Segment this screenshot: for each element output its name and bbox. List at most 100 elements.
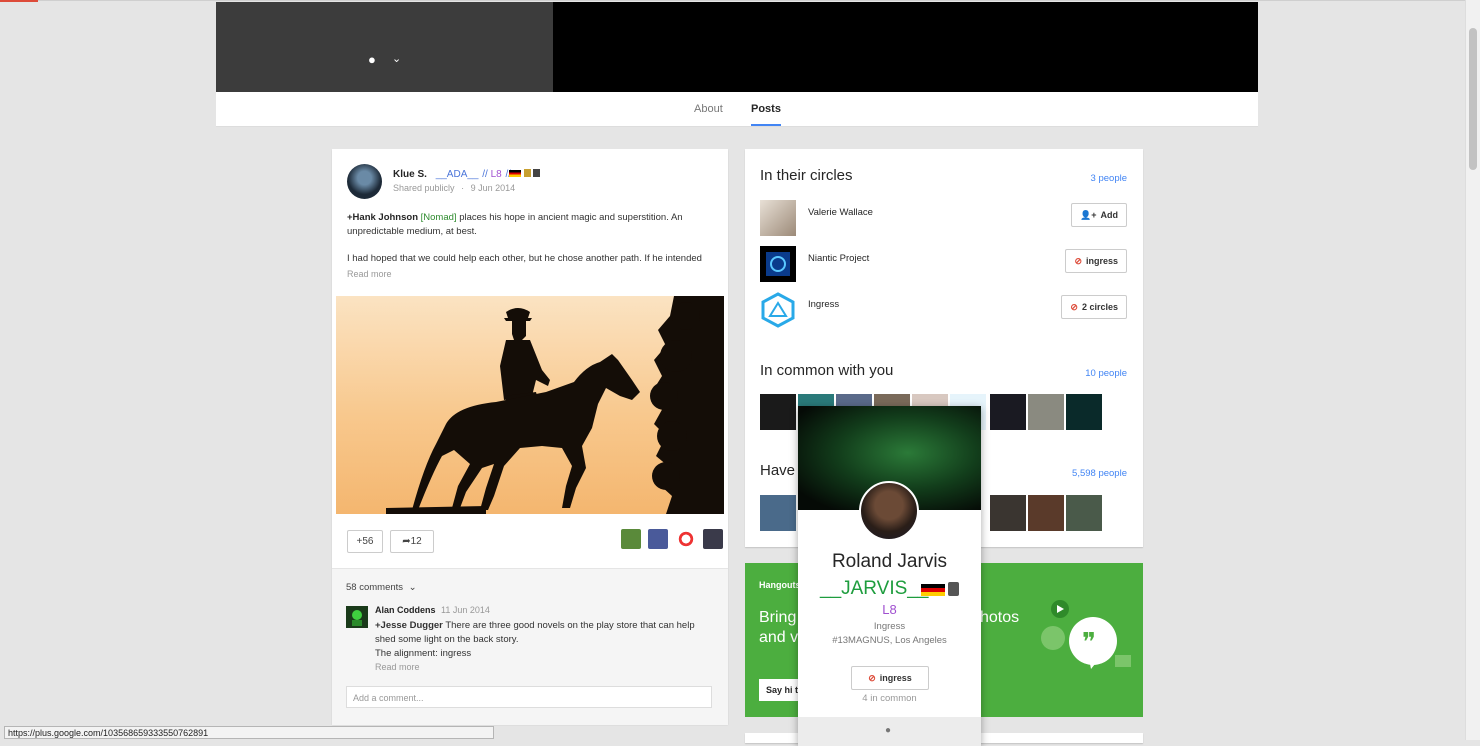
avatar[interactable] [760,495,796,531]
circles-icon: ⊘ [1070,302,1078,312]
lantern-icon [352,610,362,626]
avatar[interactable] [1066,495,1102,531]
circle-member-name[interactable]: Valerie Wallace [808,207,873,218]
have-title: Have [760,462,796,479]
hangouts-illustration-icon: ❞ [1041,600,1131,669]
post-author-line: Klue S. __ADA__ // L8 // [393,169,511,180]
avatar[interactable] [859,481,919,541]
top-border [0,0,1480,1]
meta-dot: · [461,183,465,193]
hovercard-nickname: __JARVIS__ [820,578,929,599]
avatar[interactable] [990,495,1026,531]
avatar[interactable] [990,394,1026,430]
circle-member-name[interactable]: Niantic Project [808,253,869,264]
scrollbar-thumb[interactable] [1469,28,1477,170]
hangouts-label: Hangouts [759,580,801,590]
chevron-down-icon[interactable]: ⌄ [392,52,401,65]
add-person-icon: 👤+ [1080,210,1097,220]
status-bar-url: https://plus.google.com/1035686593335507… [4,726,494,739]
add-button[interactable]: 👤+ Add [1071,203,1127,227]
comment-body-line-2: The alignment: ingress [375,648,472,659]
badge-icon [948,582,959,596]
hovercard-footer: ● [798,717,981,746]
post-image[interactable] [336,296,724,514]
avatar[interactable] [1066,394,1102,430]
post-text: +Hank Johnson [Nomad] places his hope in… [347,211,707,239]
avatar[interactable] [346,606,368,628]
post-text-line-2: I had hoped that we could help each othe… [347,253,702,264]
hovercard-name[interactable]: Roland Jarvis [798,551,981,573]
statue-silhouette [386,296,724,514]
faction-name: Nomad [423,212,454,223]
share-icon: ➦ [402,536,411,547]
avatar[interactable] [760,292,796,328]
comments-toggle[interactable]: 58 comments ⌄ [346,582,417,593]
author-level: L8 [490,169,502,180]
pin-icon[interactable]: ● [368,52,376,67]
circle-button-label: ingress [1085,256,1118,266]
avatar[interactable] [703,529,724,549]
circle-button-label: ingress [879,673,912,683]
avatar[interactable] [760,200,796,236]
plus-one-button[interactable]: +56 [347,530,383,553]
in-common-count[interactable]: 4 in common [798,693,981,704]
add-button-label: Add [1100,210,1119,220]
pin-icon[interactable]: ● [885,725,891,736]
avatar[interactable] [675,529,696,549]
read-more-link[interactable]: Read more [347,269,392,279]
author-separator: // [482,169,488,180]
flag-icons [509,169,541,179]
svg-text:❞: ❞ [1082,628,1096,657]
circles-icon: ⊘ [868,673,876,683]
comment-author[interactable]: Alan Coddens [375,605,436,615]
post-visibility[interactable]: Shared publicly [393,183,455,193]
top-accent-bar [0,0,38,2]
comment-read-more[interactable]: Read more [375,662,420,672]
chevron-down-icon: ⌄ [408,582,417,593]
avatar[interactable] [347,164,382,199]
mention-link[interactable]: +Jesse Dugger [375,620,443,631]
comments-section: 58 comments ⌄ Alan Coddens 11 Jun 2014 +… [332,568,728,725]
avatar[interactable] [760,394,796,430]
post-author[interactable]: Klue S. [393,169,427,180]
circles-count-link[interactable]: 3 people [1091,173,1127,184]
circle-member-name[interactable]: Ingress [808,299,839,310]
flag-icon [921,584,945,596]
comment-input[interactable]: Add a comment... [346,686,712,708]
post-date[interactable]: 9 Jun 2014 [471,183,516,193]
avatar[interactable] [1028,394,1064,430]
hangouts-text-line-1: Bring [759,609,797,626]
author-tag: __ADA__ [435,169,479,180]
avatar[interactable] [648,529,669,549]
in-common-title: In common with you [760,362,894,379]
share-button[interactable]: ➦12 [390,530,434,553]
post-meta: Shared publicly · 9 Jun 2014 [393,183,515,193]
comments-count: 58 comments [346,582,404,593]
faction-tag: [Nomad] [421,212,457,223]
comment-text: +Jesse Dugger There are three good novel… [375,619,710,661]
cover-photo: ● ⌄ [216,2,1258,92]
have-count-link[interactable]: 5,598 people [1072,468,1127,479]
circle-button-label: 2 circles [1081,302,1118,312]
niantic-logo-icon [766,252,790,276]
faction-bracket-close: ] [453,212,457,223]
tab-about[interactable]: About [694,103,723,115]
hangouts-text-line-2: and vi [759,629,802,646]
profile-hovercard: Roland Jarvis __JARVIS__ L8 Ingress #13M… [798,406,981,746]
post-card: Klue S. __ADA__ // L8 // Shared publicly… [332,149,728,725]
avatar[interactable] [621,529,641,549]
avatar[interactable] [1028,495,1064,531]
sharer-avatars [618,529,724,554]
scrollbar[interactable] [1465,0,1480,740]
circle-button[interactable]: ⊘ 2 circles [1061,295,1127,319]
in-their-circles-title: In their circles [760,167,853,184]
ingress-logo-icon [761,292,795,328]
circle-button[interactable]: ⊘ ingress [1065,249,1127,273]
circle-button[interactable]: ⊘ ingress [851,666,929,690]
avatar[interactable] [760,246,796,282]
tab-posts[interactable]: Posts [751,103,781,126]
mention-link[interactable]: +Hank Johnson [347,212,418,223]
comment-date: 11 Jun 2014 [441,605,490,615]
hangouts-text-right: hotos [980,609,1020,626]
in-common-count-link[interactable]: 10 people [1085,368,1127,379]
